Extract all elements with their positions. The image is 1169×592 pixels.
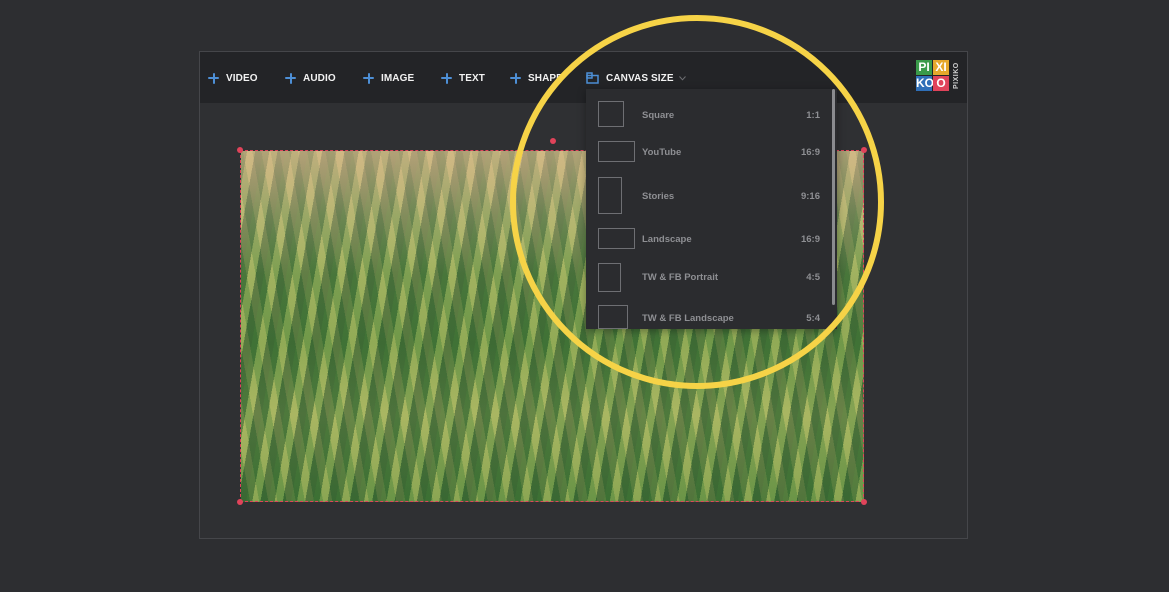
dropdown-scrollbar[interactable] — [832, 89, 835, 305]
square-ratio-icon — [598, 101, 624, 127]
toolbar: VIDEO AUDIO IMAGE TEXT SHAPE CANVAS SIZE… — [200, 52, 967, 103]
option-label: Square — [642, 110, 675, 121]
option-ratio: 1:1 — [806, 110, 820, 121]
canvas-size-label: CANVAS SIZE — [606, 72, 674, 84]
resize-handle-top-right[interactable] — [861, 147, 867, 153]
pixiko-logo: PI XI KO O PIXIKO — [916, 58, 964, 92]
canvas-size-dropdown: Square 1:1 YouTube 16:9 Stories 9:16 Lan… — [586, 89, 837, 329]
canvas-option-tw-fb-portrait[interactable]: TW & FB Portrait 4:5 — [586, 263, 822, 293]
resize-handle-bottom-left[interactable] — [237, 499, 243, 505]
canvas-option-square[interactable]: Square 1:1 — [586, 101, 822, 129]
add-image-button[interactable]: IMAGE — [363, 69, 414, 87]
add-audio-button[interactable]: AUDIO — [285, 69, 336, 87]
add-audio-label: AUDIO — [303, 72, 336, 84]
logo-cell-3: KO — [916, 76, 934, 91]
canvas-option-youtube[interactable]: YouTube 16:9 — [586, 141, 822, 163]
option-ratio: 5:4 — [806, 313, 820, 324]
rotate-handle[interactable] — [550, 138, 556, 144]
option-label: TW & FB Landscape — [642, 313, 734, 324]
add-video-label: VIDEO — [226, 72, 258, 84]
widescreen-ratio-icon — [598, 228, 635, 249]
logo-cell-2: XI — [933, 60, 949, 75]
plus-icon — [441, 72, 452, 84]
option-ratio: 16:9 — [800, 234, 820, 245]
option-ratio: 4:5 — [806, 272, 820, 283]
logo-cell-1: PI — [916, 60, 932, 75]
plus-icon — [363, 72, 374, 84]
add-text-label: TEXT — [459, 72, 485, 84]
option-label: Stories — [642, 191, 675, 202]
canvas-option-tw-fb-landscape[interactable]: TW & FB Landscape 5:4 — [586, 305, 822, 329]
option-ratio: 16:9 — [800, 147, 820, 158]
resize-handle-bottom-right[interactable] — [861, 499, 867, 505]
portrait-ratio-icon — [598, 177, 622, 214]
canvas-option-stories[interactable]: Stories 9:16 — [586, 177, 822, 215]
option-ratio: 9:16 — [800, 191, 820, 202]
add-shape-label: SHAPE — [528, 72, 563, 84]
canvas-size-icon — [586, 72, 599, 84]
option-label: Landscape — [642, 234, 692, 245]
logo-side-text: PIXIKO — [953, 62, 960, 90]
option-label: TW & FB Portrait — [642, 272, 718, 283]
canvas-option-landscape[interactable]: Landscape 16:9 — [586, 228, 822, 250]
canvas-size-button[interactable]: CANVAS SIZE — [586, 69, 686, 87]
portrait-ratio-icon — [598, 263, 621, 292]
add-video-button[interactable]: VIDEO — [208, 69, 258, 87]
plus-icon — [510, 72, 521, 84]
landscape-ratio-icon — [598, 305, 628, 329]
plus-icon — [208, 72, 219, 84]
plus-icon — [285, 72, 296, 84]
chevron-down-icon — [678, 75, 686, 81]
add-text-button[interactable]: TEXT — [441, 69, 485, 87]
logo-cell-4: O — [933, 76, 949, 91]
option-label: YouTube — [642, 147, 682, 158]
resize-handle-top-left[interactable] — [237, 147, 243, 153]
add-image-label: IMAGE — [381, 72, 415, 84]
add-shape-button[interactable]: SHAPE — [510, 69, 563, 87]
widescreen-ratio-icon — [598, 141, 635, 162]
